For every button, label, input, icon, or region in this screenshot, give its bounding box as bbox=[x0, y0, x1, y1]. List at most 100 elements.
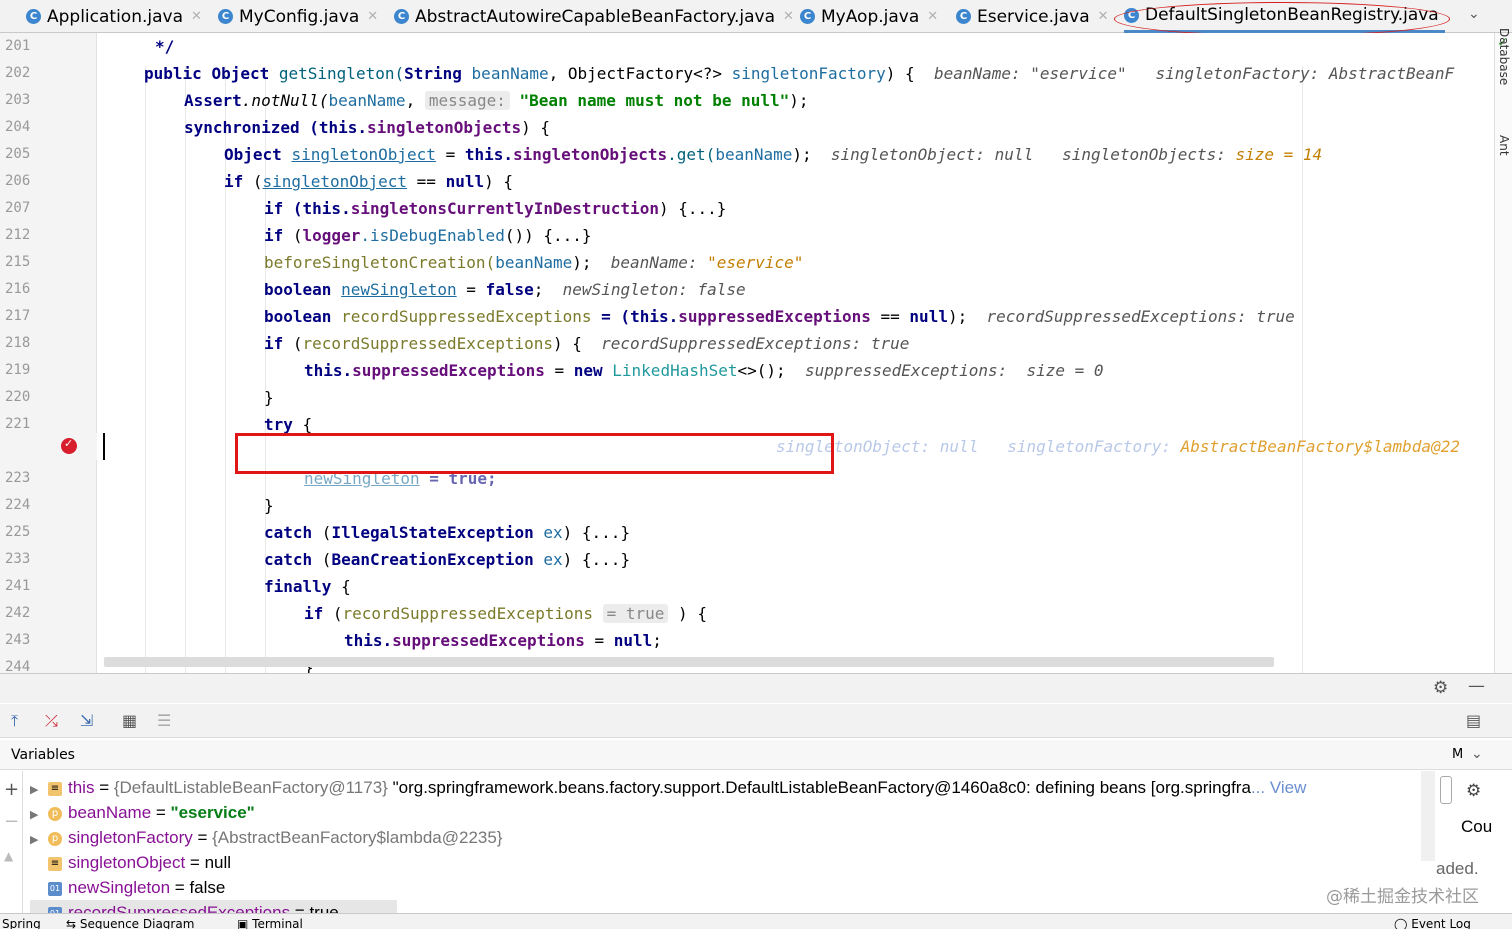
class-icon: C bbox=[800, 9, 815, 24]
close-icon[interactable]: ✕ bbox=[191, 9, 202, 24]
filter-icon[interactable]: ⇲ bbox=[80, 711, 93, 730]
code-line-242: if (recordSuppressedExceptions = true ) … bbox=[304, 604, 707, 623]
variables-tree: + − ▲ ▶ ≡ this = {DefaultListableBeanFacto… bbox=[0, 771, 1512, 913]
tab-myconfig-java[interactable]: C MyConfig.java ✕ bbox=[218, 0, 378, 33]
code-line-218: if (recordSuppressedExceptions) { record… bbox=[264, 334, 910, 353]
code-line-205: Object singletonObject = this.singletonO… bbox=[224, 145, 1323, 164]
variable-row[interactable]: ≡ singletonObject = null bbox=[30, 850, 231, 875]
sequence-diagram-button[interactable]: ⇆ Sequence Diagram bbox=[66, 916, 194, 929]
tab-abstractautowire-java[interactable]: C AbstractAutowireCapableBeanFactory.java… bbox=[394, 0, 794, 33]
remove-icon[interactable]: − bbox=[4, 811, 19, 832]
close-icon[interactable]: ✕ bbox=[783, 9, 794, 24]
minimize-icon[interactable]: — bbox=[1468, 676, 1485, 696]
code-line-233: catch (BeanCreationException ex) {...} bbox=[264, 550, 631, 569]
line-number: 205 bbox=[5, 146, 31, 162]
line-number: 207 bbox=[5, 200, 31, 216]
line-number-gutter: 201 202 203 204 205 206 207 212 215 216 … bbox=[0, 33, 97, 675]
gear-icon[interactable]: ⚙ bbox=[1466, 781, 1481, 801]
step-out-icon[interactable]: ⤒ bbox=[11, 711, 18, 731]
line-number: 206 bbox=[5, 173, 31, 189]
class-icon: C bbox=[956, 9, 971, 24]
line-number: 216 bbox=[5, 281, 31, 297]
line-number: 225 bbox=[5, 524, 31, 540]
close-icon[interactable]: ✕ bbox=[927, 9, 938, 24]
tab-eservice-java[interactable]: C Eservice.java ✕ bbox=[956, 0, 1109, 33]
line-number: 201 bbox=[5, 38, 31, 54]
bottom-tool-bar: Spring ⇆ Sequence Diagram ▣ Terminal ◯ E… bbox=[0, 913, 1512, 929]
variable-row[interactable]: ▶ p singletonFactory = {AbstractBeanFactor… bbox=[30, 825, 503, 850]
watch-label: Cou bbox=[1461, 817, 1493, 836]
variable-row[interactable]: ▶ ≡ this = {DefaultListableBeanFactory@117… bbox=[30, 775, 1306, 800]
right-tool-strip: ✓ bbox=[1494, 33, 1512, 673]
class-icon: C bbox=[394, 9, 409, 24]
vertical-scrollbar[interactable] bbox=[1421, 771, 1435, 861]
line-number: 215 bbox=[5, 254, 31, 270]
class-icon: C bbox=[26, 9, 41, 24]
code-line-216: boolean newSingleton = false; newSinglet… bbox=[264, 280, 746, 299]
up-icon[interactable]: ▲ bbox=[4, 849, 13, 863]
annotation-ellipse bbox=[1114, 2, 1450, 36]
line-number: 212 bbox=[5, 227, 31, 243]
code-line-202: public Object getSingleton(String beanNa… bbox=[144, 64, 1455, 83]
parameter-icon: p bbox=[48, 831, 62, 846]
drop-frame-icon[interactable]: ⤰ bbox=[45, 711, 58, 731]
line-number: 220 bbox=[5, 389, 31, 405]
variable-row[interactable]: 01 newSingleton = false bbox=[30, 875, 225, 900]
watermark: @稀土掘金技术社区 bbox=[1326, 887, 1479, 907]
close-icon[interactable]: ✕ bbox=[367, 9, 378, 24]
line-number: 241 bbox=[5, 578, 31, 594]
gear-icon[interactable]: ⚙ bbox=[1433, 678, 1448, 698]
database-tool-button[interactable]: Database bbox=[1497, 28, 1511, 85]
ant-tool-button[interactable]: Ant bbox=[1497, 135, 1511, 156]
variables-header: Variables M ⌄ bbox=[0, 740, 1512, 770]
code-editor[interactable]: */ public Object getSingleton(String bea… bbox=[97, 33, 1494, 673]
loaded-text: aded. bbox=[1436, 859, 1479, 878]
code-line-243: this.suppressedExceptions = null; bbox=[344, 631, 662, 650]
field-icon: ≡ bbox=[48, 856, 62, 871]
code-line-220: } bbox=[264, 388, 274, 407]
code-line-225: catch (IllegalStateException ex) {...} bbox=[264, 523, 631, 542]
chevron-down-icon[interactable]: ⌄ bbox=[1471, 739, 1483, 769]
horizontal-scrollbar[interactable] bbox=[104, 657, 1274, 667]
code-line-224: } bbox=[264, 496, 274, 515]
view-link[interactable]: ... View bbox=[1251, 778, 1306, 797]
annotation-highlight-box bbox=[235, 433, 834, 474]
code-line-217: boolean recordSuppressedExceptions = (th… bbox=[264, 307, 1295, 326]
chevron-down-icon[interactable]: ⌄ bbox=[1468, 6, 1480, 22]
tab-myaop-java[interactable]: C MyAop.java ✕ bbox=[800, 0, 938, 33]
tab-application-java[interactable]: C Application.java ✕ bbox=[26, 0, 202, 33]
scroll-thumb[interactable] bbox=[1440, 776, 1452, 804]
variable-row[interactable]: ▶ p beanName = "eservice" bbox=[30, 800, 255, 825]
line-number: 242 bbox=[5, 605, 31, 621]
line-number: 218 bbox=[5, 335, 31, 351]
spring-tool-button[interactable]: Spring bbox=[2, 916, 41, 929]
class-icon: C bbox=[218, 9, 233, 24]
line-number: 204 bbox=[5, 119, 31, 135]
variable-row-selected[interactable]: 01recordSuppressedExceptions = true bbox=[30, 900, 397, 913]
restore-layout-icon[interactable]: ☰ bbox=[157, 711, 171, 730]
code-line-212: if (logger.isDebugEnabled()) {...} bbox=[264, 226, 592, 245]
layout-icon[interactable]: ▤ bbox=[1466, 711, 1481, 730]
code-line-215: beforeSingletonCreation(beanName); beanN… bbox=[264, 253, 804, 272]
parameter-icon: p bbox=[48, 806, 62, 821]
code-line-204: synchronized (this.singletonObjects) { bbox=[184, 118, 551, 137]
line-number: 224 bbox=[5, 497, 31, 513]
close-icon[interactable]: ✕ bbox=[1098, 9, 1109, 24]
code-line-201: */ bbox=[155, 37, 175, 56]
debug-panel-header: ⚙ — bbox=[0, 673, 1512, 703]
line-number: 233 bbox=[5, 551, 31, 567]
code-line-241: finally { bbox=[264, 577, 351, 596]
code-line-207: if (this.singletonsCurrentlyInDestructio… bbox=[264, 199, 727, 218]
table-icon[interactable]: ▦ bbox=[122, 711, 137, 730]
event-log-button[interactable]: ◯ Event Log bbox=[1394, 916, 1471, 929]
add-icon[interactable]: + bbox=[4, 779, 19, 800]
line-number: 223 bbox=[5, 470, 31, 486]
variables-label: Variables bbox=[11, 747, 75, 763]
line-number: 202 bbox=[5, 65, 31, 81]
primitive-icon: 01 bbox=[48, 881, 62, 896]
line-number: 243 bbox=[5, 632, 31, 648]
breakpoint-icon[interactable] bbox=[61, 437, 77, 454]
debug-toolbar: ⤒ ⤰ ⇲ ▦ ☰ ▤ bbox=[0, 704, 1512, 738]
field-icon: ≡ bbox=[48, 781, 62, 796]
terminal-button[interactable]: ▣ Terminal bbox=[237, 916, 303, 929]
